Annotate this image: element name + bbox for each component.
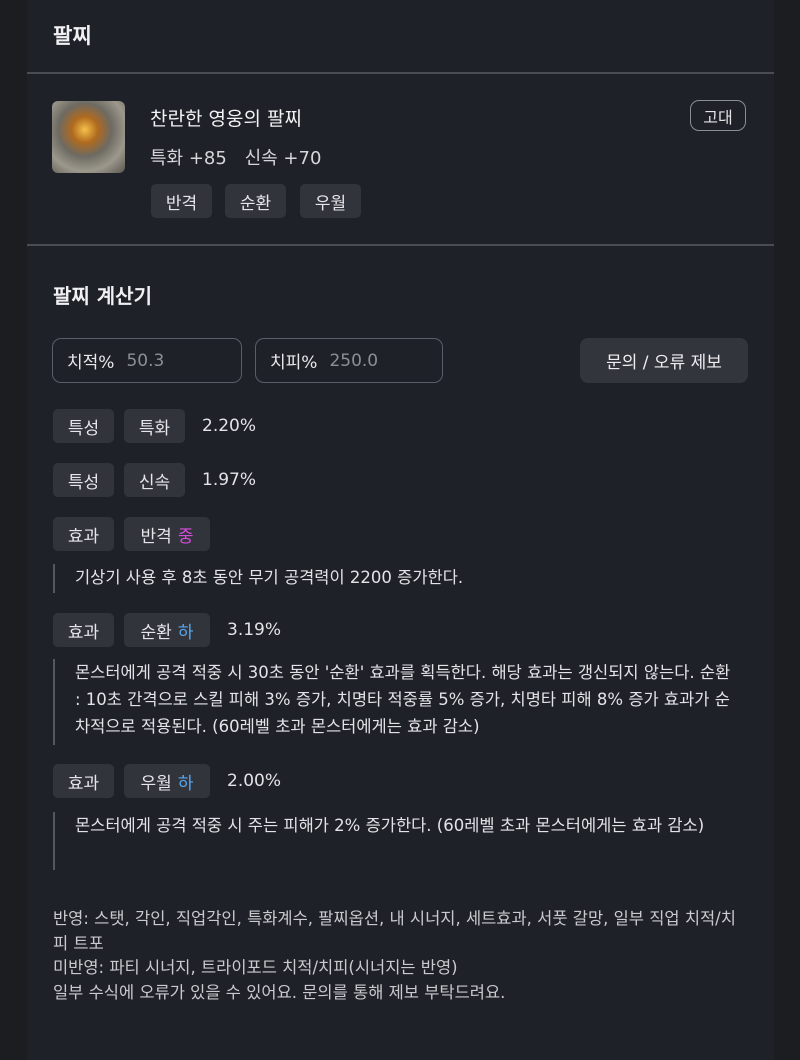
divider: [27, 72, 774, 74]
report-error-button[interactable]: 문의 / 오류 제보: [580, 338, 748, 383]
row-type-badge: 효과: [53, 613, 114, 647]
effect-level: 하: [177, 622, 194, 643]
row-type-badge: 효과: [53, 764, 114, 798]
crit-damage-input[interactable]: [329, 350, 420, 371]
calculator-title: 팔찌 계산기: [53, 284, 152, 308]
row-name-chip: 우월 하: [124, 764, 210, 798]
item-tag-superiority: 우월: [300, 184, 361, 218]
row-name-chip: 순환 하: [124, 613, 210, 647]
item-stat-specialization: 특화 +85: [150, 148, 227, 169]
effect-name: 반격: [140, 526, 172, 547]
effect-description: 몬스터에게 공격 적중 시 30초 동안 '순환' 효과를 획득한다. 해당 효…: [53, 659, 733, 745]
footer-not-applied: 미반영: 파티 시너지, 트라이포드 치적/치피(시너지는 반영): [53, 958, 458, 977]
item-tag-cycle: 순환: [225, 184, 286, 218]
crit-damage-label: 치피%: [270, 353, 318, 373]
item-name: 찬란한 영웅의 팔찌: [150, 108, 302, 130]
effect-description: 몬스터에게 공격 적중 시 주는 피해가 2% 증가한다. (60레벨 초과 몬…: [53, 812, 733, 870]
footer-disclaimer: 일부 수식에 오류가 있을 수 있어요. 문의를 통해 제보 부탁드려요.: [53, 982, 506, 1002]
crit-rate-input[interactable]: [126, 350, 217, 371]
crit-damage-field[interactable]: 치피%: [255, 338, 443, 383]
grade-badge: 고대: [690, 100, 746, 131]
effect-description: 기상기 사용 후 8초 동안 무기 공격력이 2200 증가한다.: [53, 564, 733, 593]
item-tag-counter: 반격: [151, 184, 212, 218]
row-value: 1.97%: [202, 470, 257, 490]
row-value: 2.20%: [202, 416, 257, 436]
row-value: 2.00%: [227, 771, 282, 791]
item-stats: 특화 +85 신속 +70: [150, 144, 333, 170]
effect-level: 하: [177, 773, 194, 794]
crit-rate-label: 치적%: [67, 353, 115, 373]
section-title: 팔찌: [53, 24, 92, 48]
row-name-chip: 신속: [124, 463, 185, 497]
item-stat-swiftness: 신속 +70: [244, 148, 322, 169]
crit-rate-field[interactable]: 치적%: [52, 338, 242, 383]
divider: [27, 244, 774, 246]
bracelet-item-icon: [52, 101, 125, 173]
row-type-badge: 특성: [53, 409, 114, 443]
effect-name: 순환: [140, 622, 172, 643]
effect-name: 우월: [140, 773, 172, 794]
row-value: 3.19%: [227, 620, 282, 640]
footer-applied: 반영: 스탯, 각인, 직업각인, 특화계수, 팔찌옵션, 내 시너지, 세트효…: [53, 909, 736, 953]
row-name-chip: 반격 중: [124, 517, 210, 551]
footer-notes: 반영: 스탯, 각인, 직업각인, 특화계수, 팔찌옵션, 내 시너지, 세트효…: [53, 907, 743, 1005]
row-name-chip: 특화: [124, 409, 185, 443]
row-type-badge: 특성: [53, 463, 114, 497]
effect-level: 중: [177, 526, 194, 547]
row-type-badge: 효과: [53, 517, 114, 551]
